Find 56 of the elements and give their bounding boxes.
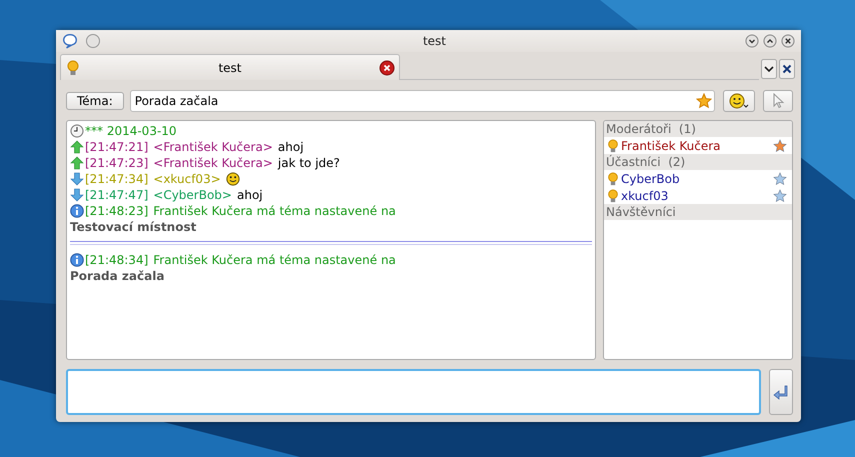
group-header: Návštěvníci — [604, 204, 792, 220]
message-nick: <xkucf03> — [153, 172, 221, 186]
topic-field[interactable]: Porada začala — [130, 90, 715, 112]
up-arrow-icon — [70, 156, 84, 170]
light-bulb-icon — [65, 60, 81, 76]
topic-change-text: František Kučera má téma nastavené na — [153, 204, 396, 218]
close-tab-icon[interactable] — [379, 60, 395, 76]
maximize-button[interactable] — [763, 34, 777, 48]
send-button[interactable] — [769, 369, 793, 415]
enter-arrow-icon — [773, 384, 789, 400]
clock-icon — [70, 124, 84, 138]
participant-item[interactable]: František Kučera — [604, 137, 792, 154]
group-header: Účastníci (2) — [604, 154, 792, 170]
participant-name: CyberBob — [621, 172, 681, 186]
info-icon — [70, 253, 84, 267]
smiley-icon — [729, 93, 749, 109]
message-text: jak to jde? — [278, 156, 340, 170]
message-time: [21:47:34] — [85, 172, 148, 186]
star-icon[interactable] — [696, 93, 712, 109]
message-text: ahoj — [278, 140, 304, 154]
message-nick: <CyberBob> — [153, 188, 232, 202]
message-nick: <František Kučera> — [153, 140, 273, 154]
light-bulb-icon — [606, 138, 620, 152]
message-time: [21:47:47] — [85, 188, 148, 202]
info-icon — [70, 204, 84, 218]
up-arrow-icon — [70, 140, 84, 154]
topic-text: Porada začala — [70, 268, 166, 284]
participant-item[interactable]: xkucf03 — [604, 187, 792, 204]
close-button[interactable] — [779, 58, 795, 80]
down-arrow-icon — [70, 188, 84, 202]
message-time: [21:48:34] — [85, 253, 148, 267]
window-title: test — [422, 34, 448, 48]
down-arrow-icon — [70, 172, 84, 186]
participant-name: xkucf03 — [621, 188, 670, 202]
group-header: Moderátoři (1) — [604, 121, 792, 137]
tab-list-button[interactable] — [761, 58, 777, 80]
message-time: [21:47:23] — [85, 156, 148, 170]
minimize-button[interactable] — [745, 34, 759, 48]
chat-tab[interactable]: test — [60, 54, 400, 80]
message-text: ahoj — [236, 188, 263, 202]
message-input[interactable] — [66, 369, 761, 415]
message-time: [21:48:23] — [85, 204, 148, 218]
speech-bubble-icon — [62, 33, 78, 49]
date-line: *** 2014-03-10 — [85, 124, 177, 138]
emoticon-button[interactable] — [723, 90, 755, 112]
close-button[interactable] — [781, 34, 795, 48]
topic-button[interactable]: Téma: — [66, 92, 124, 110]
message-nick: <František Kučera> — [153, 156, 273, 170]
topic-text: Testovací místnost — [70, 219, 198, 235]
participant-item[interactable]: CyberBob — [604, 170, 792, 187]
topic-change-text: František Kučera má téma nastavené na — [153, 253, 396, 267]
light-bulb-icon — [606, 172, 620, 186]
message-time: [21:47:21] — [85, 140, 148, 154]
light-bulb-icon — [606, 188, 620, 202]
pointer-button[interactable] — [763, 90, 793, 112]
participant-name: František Kučera — [621, 138, 722, 152]
